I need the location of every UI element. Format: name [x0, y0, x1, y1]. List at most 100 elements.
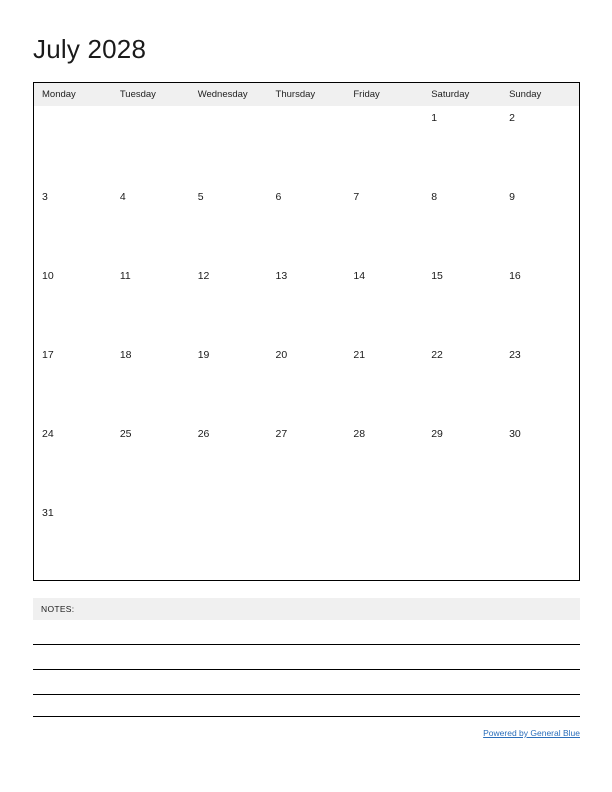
day-number: 28 [353, 428, 366, 440]
day-cell[interactable]: 28 [345, 422, 424, 501]
day-number: 24 [42, 428, 54, 440]
notes-write-line[interactable] [33, 716, 580, 717]
day-cell[interactable]: 12 [189, 264, 268, 343]
day-cell[interactable]: 31 [34, 501, 112, 580]
day-cell[interactable]: 10 [34, 264, 112, 343]
day-cell[interactable]: 17 [34, 343, 112, 422]
day-cell[interactable] [189, 106, 268, 185]
day-cell[interactable]: 13 [267, 264, 346, 343]
day-number: 2 [509, 112, 515, 124]
day-cell[interactable] [189, 501, 268, 580]
day-number: 30 [509, 428, 521, 440]
day-number: 26 [197, 428, 210, 440]
day-cell[interactable]: 3 [34, 185, 112, 264]
day-number: 1 [431, 112, 438, 124]
day-number: 21 [353, 349, 366, 361]
day-cell[interactable]: 11 [111, 264, 190, 343]
day-number: 5 [197, 191, 204, 203]
notes-write-line[interactable] [33, 644, 580, 645]
notes-write-line[interactable] [33, 694, 580, 695]
day-cell[interactable] [267, 501, 346, 580]
day-cell[interactable]: 2 [501, 106, 579, 185]
day-number: 31 [42, 507, 54, 519]
day-number: 27 [275, 428, 288, 440]
day-cell[interactable]: 26 [189, 422, 268, 501]
day-cell[interactable]: 23 [501, 343, 579, 422]
day-cell[interactable] [345, 501, 424, 580]
day-cell[interactable]: 16 [501, 264, 579, 343]
day-number: 18 [119, 349, 132, 361]
day-cell[interactable] [423, 501, 502, 580]
day-cell[interactable] [345, 106, 424, 185]
calendar-week-row: 31 [34, 501, 579, 580]
day-number: 20 [275, 349, 288, 361]
notes-label: NOTES: [41, 604, 75, 614]
day-number: 9 [509, 191, 515, 203]
day-cell[interactable]: 14 [345, 264, 424, 343]
day-number: 4 [119, 191, 126, 203]
day-cell[interactable]: 4 [111, 185, 190, 264]
day-number: 8 [431, 191, 438, 203]
day-number: 19 [197, 349, 210, 361]
day-number: 12 [197, 270, 210, 282]
day-cell[interactable]: 22 [423, 343, 502, 422]
notes-section-header: NOTES: [33, 598, 580, 620]
day-cell[interactable] [111, 106, 190, 185]
calendar-week-row: 10 11 12 13 14 15 16 [34, 264, 579, 343]
day-cell[interactable]: 18 [111, 343, 190, 422]
day-number: 13 [275, 270, 288, 282]
page-title: July 2028 [33, 34, 147, 64]
day-cell[interactable]: 29 [423, 422, 502, 501]
page-title-wrap: July 2028 [33, 33, 580, 67]
day-number: 16 [509, 270, 521, 282]
day-cell[interactable]: 25 [111, 422, 190, 501]
weekday-header-friday: Friday [345, 83, 424, 106]
day-number: 29 [431, 428, 443, 440]
day-number: 17 [42, 349, 54, 361]
day-number: 25 [119, 428, 132, 440]
calendar-week-row: 24 25 26 27 28 29 30 [34, 422, 579, 501]
day-number: 22 [431, 349, 443, 361]
day-cell[interactable]: 8 [423, 185, 502, 264]
day-cell[interactable]: 6 [267, 185, 346, 264]
weekday-header-monday: Monday [34, 83, 112, 106]
day-cell[interactable] [111, 501, 190, 580]
powered-by-link[interactable]: Powered by General Blue [483, 728, 580, 738]
calendar-week-row: 17 18 19 20 21 22 23 [34, 343, 579, 422]
day-cell[interactable]: 27 [267, 422, 346, 501]
day-cell[interactable]: 1 [423, 106, 502, 185]
day-number: 11 [119, 270, 131, 282]
day-cell[interactable] [501, 501, 579, 580]
day-number: 6 [275, 191, 282, 203]
footer: Powered by General Blue [33, 723, 580, 738]
day-number: 3 [42, 191, 48, 203]
day-number: 14 [353, 270, 366, 282]
day-cell[interactable]: 30 [501, 422, 579, 501]
notes-write-line[interactable] [33, 669, 580, 670]
day-cell[interactable]: 19 [189, 343, 268, 422]
calendar-header-row-group: Monday Tuesday Wednesday Thursday Friday… [34, 83, 579, 106]
calendar-grid: Monday Tuesday Wednesday Thursday Friday… [33, 82, 580, 581]
day-number: 15 [431, 270, 443, 282]
calendar-week-row: 1 2 [34, 106, 579, 185]
calendar-table: Monday Tuesday Wednesday Thursday Friday… [34, 83, 579, 580]
day-cell[interactable]: 24 [34, 422, 112, 501]
calendar-week-row: 3 4 5 6 7 8 9 [34, 185, 579, 264]
calendar-body: 1 2 3 4 5 6 7 8 9 10 11 12 13 14 15 16 1… [34, 106, 579, 580]
day-number: 23 [509, 349, 521, 361]
day-cell[interactable]: 5 [189, 185, 268, 264]
day-cell[interactable] [34, 106, 112, 185]
calendar-page: July 2028 Monday Tuesday Wednesday Thurs… [0, 0, 612, 792]
day-cell[interactable] [267, 106, 346, 185]
weekday-header-tuesday: Tuesday [111, 83, 190, 106]
weekday-header-wednesday: Wednesday [189, 83, 268, 106]
weekday-header-thursday: Thursday [267, 83, 346, 106]
weekday-header-row: Monday Tuesday Wednesday Thursday Friday… [34, 83, 579, 106]
day-cell[interactable]: 21 [345, 343, 424, 422]
day-cell[interactable]: 15 [423, 264, 502, 343]
day-cell[interactable]: 20 [267, 343, 346, 422]
day-number: 10 [42, 270, 54, 282]
weekday-header-saturday: Saturday [423, 83, 502, 106]
day-cell[interactable]: 9 [501, 185, 579, 264]
day-cell[interactable]: 7 [345, 185, 424, 264]
